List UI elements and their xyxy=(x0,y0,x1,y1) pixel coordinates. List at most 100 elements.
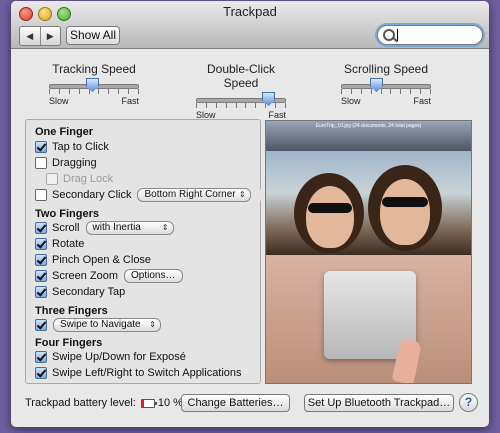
tap-to-click-label[interactable]: Tap to Click xyxy=(52,141,109,153)
scrolling-speed-slider[interactable]: Scrolling Speed Slow Fast xyxy=(341,62,431,106)
rotate-label[interactable]: Rotate xyxy=(52,238,84,250)
show-all-button[interactable]: Show All xyxy=(66,26,120,45)
three-finger-swipe-popup[interactable]: Swipe to Navigate xyxy=(53,318,161,332)
text-caret xyxy=(397,29,398,41)
scroll-checkbox[interactable] xyxy=(35,222,47,234)
slider-tick xyxy=(400,89,401,94)
slider-tick xyxy=(226,103,227,108)
slider-tick xyxy=(255,103,256,108)
slider-tick xyxy=(390,89,391,94)
gesture-options-panel: One Finger Tap to Click Dragging Drag Lo… xyxy=(25,119,261,384)
swipe-leftright-checkbox[interactable] xyxy=(35,367,47,379)
secondary-tap-row[interactable]: Secondary Tap xyxy=(35,285,125,299)
double-click-speed-slider[interactable]: Double-Click Speed Slow Fast xyxy=(196,62,286,120)
screen-zoom-options-button[interactable]: Options… xyxy=(124,269,183,283)
slider-tick xyxy=(49,89,50,94)
tap-to-click-checkbox[interactable] xyxy=(35,141,47,153)
battery-icon xyxy=(140,398,157,408)
secondary-tap-checkbox[interactable] xyxy=(35,286,47,298)
swipe-leftright-row[interactable]: Swipe Left/Right to Switch Applications xyxy=(35,366,242,380)
back-arrow-icon[interactable]: ◀ xyxy=(20,27,41,45)
drag-lock-checkbox xyxy=(46,173,58,185)
three-finger-swipe-row[interactable]: Swipe to Navigate xyxy=(35,318,161,332)
change-batteries-button[interactable]: Change Batteries… xyxy=(181,394,290,412)
slider-tick xyxy=(206,103,207,108)
secondary-tap-label[interactable]: Secondary Tap xyxy=(52,286,125,298)
slider-tick xyxy=(381,89,382,94)
slider-tick xyxy=(118,89,119,94)
slider-ticks xyxy=(49,89,139,95)
pinch-label[interactable]: Pinch Open & Close xyxy=(52,254,151,266)
screen-zoom-checkbox[interactable] xyxy=(35,270,47,282)
slider-min-label: Slow xyxy=(49,96,69,106)
dragging-label[interactable]: Dragging xyxy=(52,157,97,169)
secondary-click-corner-popup[interactable]: Bottom Right Corner xyxy=(137,188,251,202)
drag-lock-row: Drag Lock xyxy=(46,172,113,186)
double-click-speed-label: Double-Click Speed xyxy=(206,62,276,90)
four-fingers-heading: Four Fingers xyxy=(35,337,103,349)
swipe-updown-checkbox[interactable] xyxy=(35,351,47,363)
three-finger-swipe-checkbox[interactable] xyxy=(35,319,47,331)
swipe-leftright-label[interactable]: Swipe Left/Right to Switch Applications xyxy=(52,367,242,379)
demo-window-caption: EuroTrip_10.jpg (24 documents, 24 total … xyxy=(315,123,422,129)
tracking-speed-slider[interactable]: Tracking Speed Slow Fast xyxy=(49,62,139,106)
dragging-checkbox[interactable] xyxy=(35,157,47,169)
screen-zoom-row[interactable]: Screen Zoom Options… xyxy=(35,269,183,283)
scroll-row[interactable]: Scroll with Inertia xyxy=(35,221,174,235)
slider-max-label: Fast xyxy=(121,96,139,106)
rotate-row[interactable]: Rotate xyxy=(35,237,84,251)
window-title: Trackpad xyxy=(223,4,277,19)
face-shape xyxy=(306,186,354,248)
slider-max-label: Fast xyxy=(413,96,431,106)
secondary-click-label[interactable]: Secondary Click xyxy=(52,189,131,201)
rotate-checkbox[interactable] xyxy=(35,238,47,250)
slider-tick xyxy=(128,89,129,94)
scrolling-speed-label: Scrolling Speed xyxy=(343,62,429,76)
slider-tick xyxy=(59,89,60,94)
slider-tick xyxy=(69,89,70,94)
screen-zoom-label[interactable]: Screen Zoom xyxy=(52,270,118,282)
sunglasses-shape xyxy=(382,197,428,207)
demo-app-toolbar: EuroTrip_10.jpg (24 documents, 24 total … xyxy=(266,121,471,151)
slider-tick xyxy=(285,103,286,108)
one-finger-heading: One Finger xyxy=(35,126,94,138)
swipe-updown-row[interactable]: Swipe Up/Down for Exposé xyxy=(35,350,186,364)
scroll-label[interactable]: Scroll xyxy=(52,222,80,234)
slider-tick xyxy=(236,103,237,108)
secondary-click-checkbox[interactable] xyxy=(35,189,47,201)
dragging-row[interactable]: Dragging xyxy=(35,156,97,170)
battery-percent: 10 % xyxy=(157,397,183,409)
three-fingers-heading: Three Fingers xyxy=(35,305,108,317)
help-button[interactable]: ? xyxy=(459,393,478,412)
slider-ticks xyxy=(196,103,286,109)
tracking-speed-label: Tracking Speed xyxy=(52,62,136,76)
pinch-checkbox[interactable] xyxy=(35,254,47,266)
pinch-row[interactable]: Pinch Open & Close xyxy=(35,253,151,267)
slider-min-label: Slow xyxy=(341,96,361,106)
gesture-demo-video: EuroTrip_10.jpg (24 documents, 24 total … xyxy=(265,120,472,384)
slider-tick xyxy=(420,89,421,94)
slider-tick xyxy=(89,89,90,94)
swipe-updown-label[interactable]: Swipe Up/Down for Exposé xyxy=(52,351,186,363)
face-shape xyxy=(380,179,430,245)
search-field[interactable] xyxy=(377,25,483,45)
slider-tick xyxy=(361,89,362,94)
slider-tick xyxy=(79,89,80,94)
slider-ticks xyxy=(341,89,431,95)
drag-lock-label: Drag Lock xyxy=(63,173,114,185)
slider-tick xyxy=(410,89,411,94)
slider-tick xyxy=(108,89,109,94)
trackpad-preferences-window: Trackpad ◀ ▶ Show All Tracking Speed Slo… xyxy=(11,1,489,427)
slider-tick xyxy=(196,103,197,108)
scroll-inertia-popup[interactable]: with Inertia xyxy=(85,221,174,235)
tap-to-click-row[interactable]: Tap to Click xyxy=(35,140,109,154)
setup-bluetooth-trackpad-button[interactable]: Set Up Bluetooth Trackpad… xyxy=(304,394,454,412)
forward-arrow-icon[interactable]: ▶ xyxy=(41,27,61,45)
demo-photo xyxy=(266,151,471,255)
two-fingers-heading: Two Fingers xyxy=(35,208,99,220)
search-icon xyxy=(383,29,395,41)
battery-label: Trackpad battery level: xyxy=(25,397,136,409)
slider-tick xyxy=(265,103,266,108)
secondary-click-row[interactable]: Secondary Click Bottom Right Corner xyxy=(35,188,251,202)
slider-tick xyxy=(341,89,342,94)
